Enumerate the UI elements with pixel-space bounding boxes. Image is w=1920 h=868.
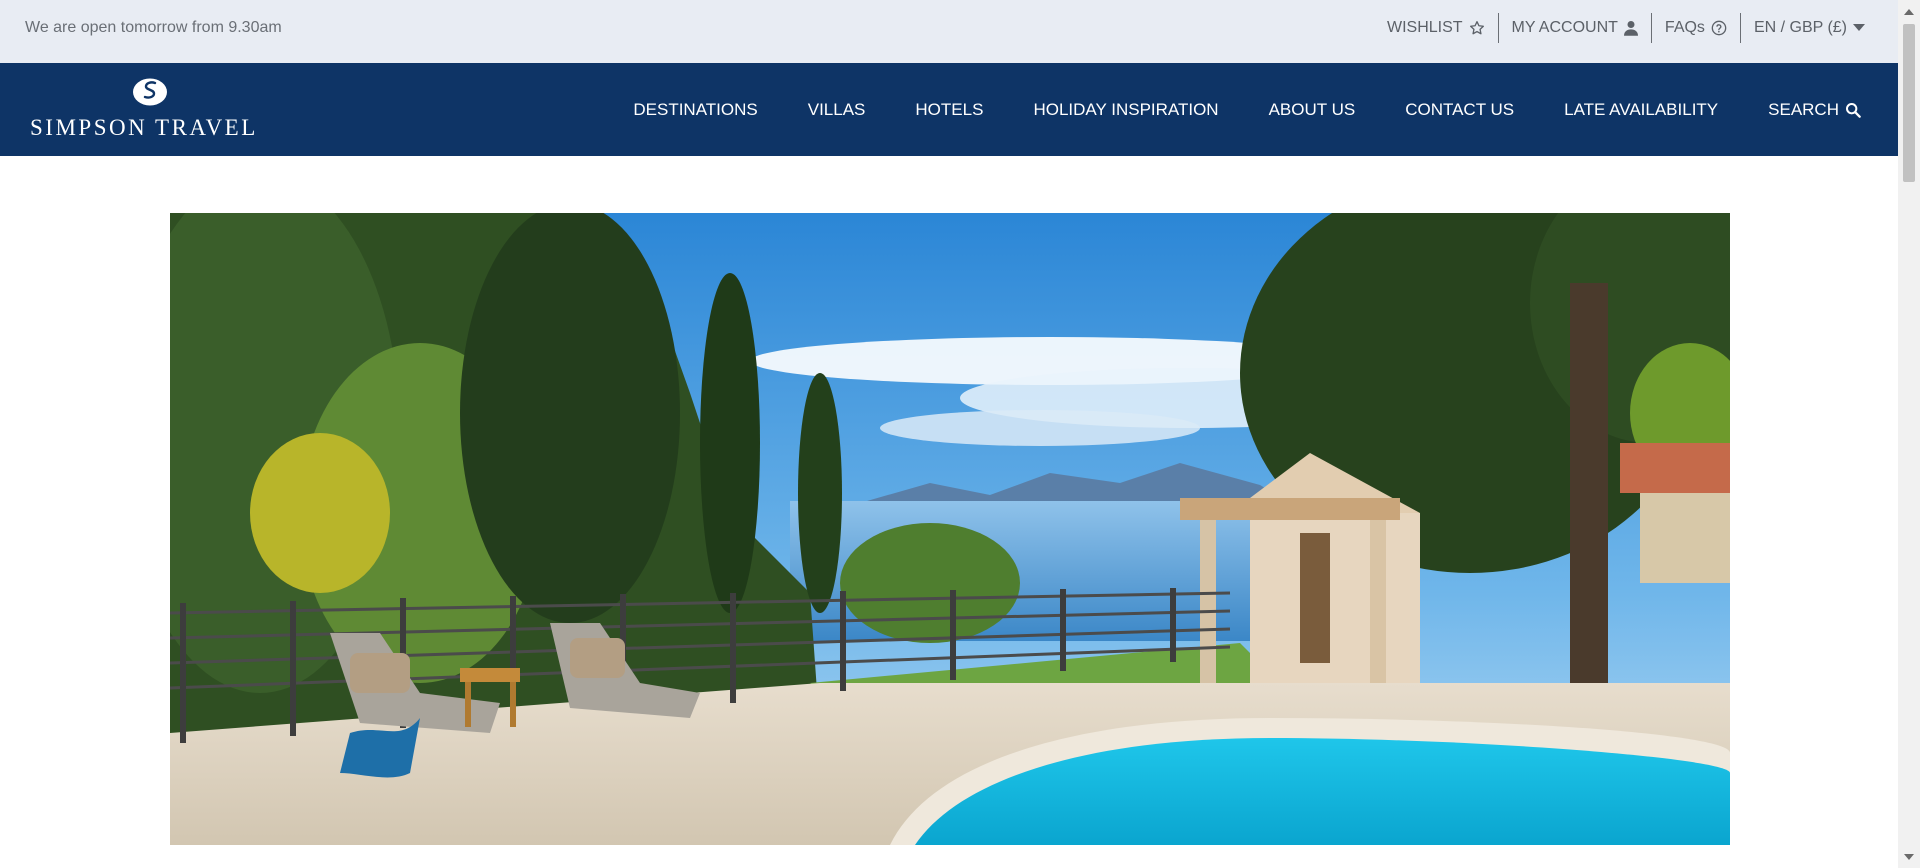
search-label: SEARCH bbox=[1768, 99, 1839, 119]
locale-label: EN / GBP (£) bbox=[1753, 19, 1847, 36]
utility-links: WISHLIST MY ACCOUNT FAQs EN / GBP (£) bbox=[1374, 0, 1878, 56]
wishlist-label: WISHLIST bbox=[1386, 19, 1463, 36]
faqs-label: FAQs bbox=[1664, 19, 1705, 36]
caret-down-icon bbox=[1853, 24, 1865, 31]
page-scrollbar[interactable] bbox=[1898, 0, 1920, 868]
user-icon bbox=[1623, 21, 1638, 36]
opening-hours-notice: We are open tomorrow from 9.30am bbox=[25, 19, 282, 36]
simpson-travel-logo[interactable]: SIMPSON TRAVEL bbox=[28, 77, 278, 147]
wishlist-link[interactable]: WISHLIST bbox=[1374, 19, 1498, 37]
my-account-link[interactable]: MY ACCOUNT bbox=[1499, 19, 1651, 37]
nav-hotels[interactable]: HOTELS bbox=[915, 100, 983, 120]
nav-contact-us[interactable]: CONTACT US bbox=[1405, 100, 1514, 120]
nav-about-us[interactable]: ABOUT US bbox=[1269, 100, 1356, 120]
primary-menu: DESTINATIONS VILLAS HOTELS HOLIDAY INSPI… bbox=[583, 63, 1861, 156]
scroll-down-arrow-icon[interactable] bbox=[1904, 854, 1914, 860]
nav-holiday-inspiration[interactable]: HOLIDAY INSPIRATION bbox=[1033, 100, 1218, 120]
nav-search[interactable]: SEARCH bbox=[1768, 100, 1861, 120]
my-account-label: MY ACCOUNT bbox=[1511, 19, 1618, 36]
brand-name: SIMPSON TRAVEL bbox=[30, 115, 258, 140]
question-circle-icon bbox=[1711, 20, 1727, 36]
nav-villas[interactable]: VILLAS bbox=[808, 100, 866, 120]
nav-destinations[interactable]: DESTINATIONS bbox=[633, 100, 757, 120]
locale-currency-selector[interactable]: EN / GBP (£) bbox=[1741, 19, 1878, 37]
top-utility-bar: We are open tomorrow from 9.30am WISHLIS… bbox=[0, 0, 1898, 63]
logo-mark-icon bbox=[133, 78, 167, 106]
scrollbar-thumb[interactable] bbox=[1903, 24, 1915, 182]
main-navigation-bar: SIMPSON TRAVEL DESTINATIONS VILLAS HOTEL… bbox=[0, 63, 1898, 156]
villa-pool-sea-view-image bbox=[170, 213, 1730, 845]
scroll-up-arrow-icon[interactable] bbox=[1904, 9, 1914, 15]
hero-image bbox=[170, 213, 1730, 845]
search-icon bbox=[1846, 102, 1861, 118]
star-icon bbox=[1469, 21, 1484, 35]
nav-late-availability[interactable]: LATE AVAILABILITY bbox=[1564, 100, 1718, 120]
faqs-link[interactable]: FAQs bbox=[1652, 19, 1740, 37]
